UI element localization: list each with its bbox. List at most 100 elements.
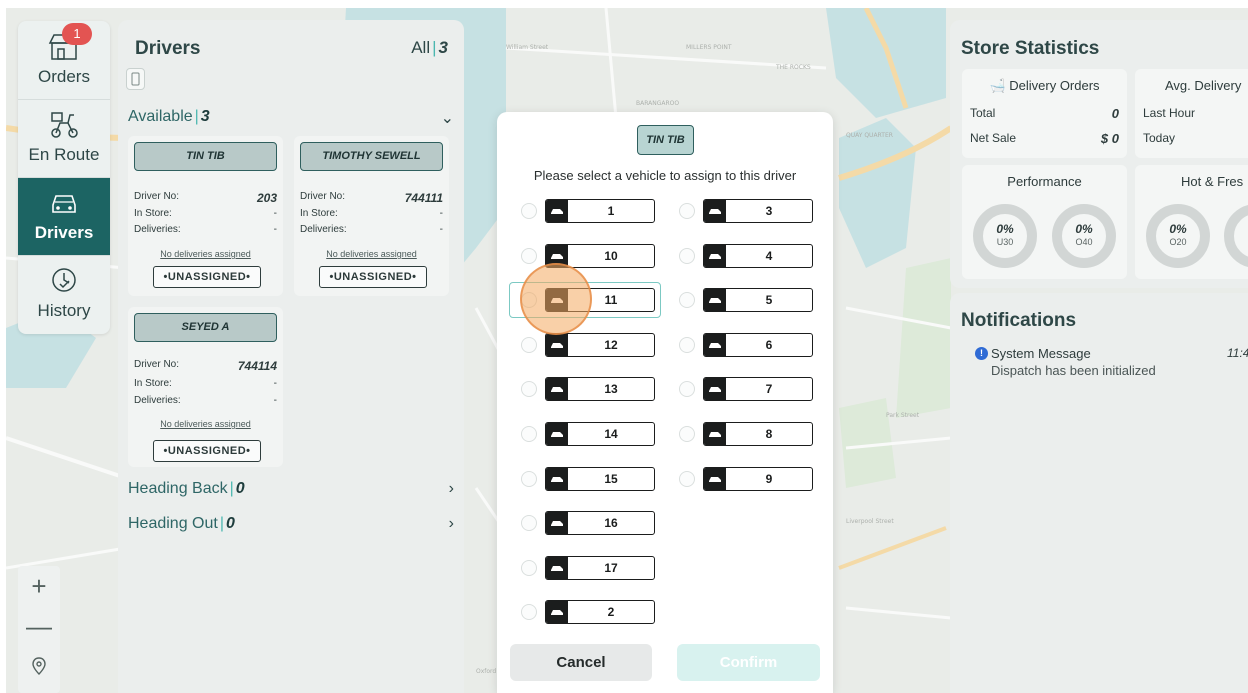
vehicle-option[interactable]: 4 xyxy=(679,243,819,269)
available-section-header[interactable]: Available | 3 xyxy=(128,108,210,126)
vehicle-radio[interactable] xyxy=(521,247,537,264)
all-label: All xyxy=(411,38,431,57)
no-deliveries-link[interactable]: No deliveries assigned xyxy=(294,249,449,259)
confirm-button[interactable]: Confirm xyxy=(677,644,820,681)
vehicle-number: 7 xyxy=(765,382,773,397)
vehicle-plate[interactable]: 1 xyxy=(545,199,655,223)
click-indicator xyxy=(520,263,592,335)
vehicle-option[interactable]: 16 xyxy=(521,510,661,536)
vehicle-number: 14 xyxy=(604,427,618,441)
vehicle-plate[interactable]: 3 xyxy=(703,199,813,223)
vehicle-radio[interactable] xyxy=(521,604,537,621)
last-hour-row: Last Hour xyxy=(1143,106,1196,120)
vehicle-radio[interactable] xyxy=(521,470,537,487)
cancel-button[interactable]: Cancel xyxy=(510,644,652,681)
vehicle-radio[interactable] xyxy=(521,515,537,532)
assign-vehicle-modal: TIN TIB Please select a vehicle to assig… xyxy=(497,112,833,693)
heading-back-section-header[interactable]: Heading Back | 0 xyxy=(128,480,245,498)
vehicle-radio[interactable] xyxy=(521,426,537,442)
vehicle-radio[interactable] xyxy=(521,336,537,353)
vehicle-plate[interactable]: 13 xyxy=(545,377,655,402)
filter-button[interactable] xyxy=(126,68,145,90)
car-icon xyxy=(52,195,76,213)
deliveries-row: Deliveries: - xyxy=(134,395,277,406)
nav-enroute[interactable]: En Route xyxy=(18,99,110,177)
no-deliveries-link[interactable]: No deliveries assigned xyxy=(128,249,283,259)
zoom-in-button[interactable]: + xyxy=(18,566,60,606)
nav-orders[interactable]: 1 Orders xyxy=(18,21,110,99)
store-statistics-panel: Store Statistics 🛁 Delivery Orders Total… xyxy=(950,20,1248,288)
vehicle-option[interactable]: 13 xyxy=(521,376,661,402)
vehicle-radio[interactable] xyxy=(679,203,695,219)
vehicle-option[interactable]: 2 xyxy=(521,599,661,625)
vehicle-option[interactable]: 9 xyxy=(679,466,819,492)
clock-history-icon xyxy=(52,268,76,292)
locate-button[interactable] xyxy=(18,646,60,686)
vehicle-option[interactable]: 6 xyxy=(679,332,819,358)
vehicle-plate[interactable]: 17 xyxy=(545,555,655,580)
zoom-out-button[interactable]: — xyxy=(18,606,60,646)
orders-badge: 1 xyxy=(62,23,92,45)
driver-card[interactable]: TIMOTHY SEWELL Driver No: 744111 In Store… xyxy=(294,136,449,296)
in-store-row: In Store: - xyxy=(300,208,443,219)
car-icon xyxy=(546,200,568,222)
car-icon xyxy=(704,467,726,490)
heading-out-section-header[interactable]: Heading Out | 0 xyxy=(128,515,235,533)
vehicle-option[interactable]: 3 xyxy=(679,198,819,224)
vehicle-radio[interactable] xyxy=(521,203,537,219)
drivers-panel: Drivers All | 3 Available | 3 ⌄ TIN TIB Driv… xyxy=(118,20,464,693)
vehicle-radio[interactable] xyxy=(679,381,695,398)
total-row: Total 0 xyxy=(970,106,1119,121)
hot-fresh-header: Hot & Fres xyxy=(1181,174,1244,189)
nav-orders-label: Orders xyxy=(38,67,90,86)
vehicle-number: 8 xyxy=(765,427,773,441)
vehicle-plate[interactable]: 5 xyxy=(703,288,813,313)
vehicle-radio[interactable] xyxy=(679,426,695,442)
notification-title: System Message xyxy=(991,346,1091,361)
available-count: 3 xyxy=(200,108,210,125)
modal-prompt: Please select a vehicle to assign to thi… xyxy=(533,168,797,183)
vehicle-option[interactable]: 5 xyxy=(679,287,819,313)
chevron-right-icon[interactable]: › xyxy=(449,480,454,498)
vehicle-radio[interactable] xyxy=(679,292,695,309)
vehicle-radio[interactable] xyxy=(679,247,695,264)
vehicle-option[interactable]: 1 xyxy=(521,198,661,224)
vehicle-plate[interactable]: 6 xyxy=(703,332,813,357)
vehicle-option[interactable]: 8 xyxy=(679,421,819,447)
vehicle-option[interactable]: 7 xyxy=(679,376,819,402)
gauge-partial xyxy=(1223,203,1248,269)
vehicle-radio[interactable] xyxy=(679,470,695,487)
gauge-o20: 0% O20 xyxy=(1145,203,1211,269)
vehicle-plate[interactable]: 7 xyxy=(703,377,813,402)
vehicle-plate[interactable]: 12 xyxy=(545,332,655,357)
drivers-all-filter[interactable]: All | 3 xyxy=(411,38,448,58)
vehicle-radio[interactable] xyxy=(679,336,695,353)
vehicle-option[interactable]: 14 xyxy=(521,421,661,447)
driver-card[interactable]: TIN TIB Driver No: 203 In Store: - Deliver… xyxy=(128,136,283,296)
chevron-down-icon[interactable]: ⌄ xyxy=(441,108,454,128)
heading-back-label: Heading Back xyxy=(128,480,228,497)
vehicle-plate[interactable]: 9 xyxy=(703,466,813,491)
vehicle-plate[interactable]: 16 xyxy=(545,511,655,536)
vehicle-plate[interactable]: 2 xyxy=(545,600,655,625)
vehicle-option[interactable]: 15 xyxy=(521,466,661,492)
vehicle-option[interactable]: 17 xyxy=(521,555,661,581)
chevron-right-icon[interactable]: › xyxy=(449,515,454,533)
net-sale-row: Net Sale $ 0 xyxy=(970,131,1119,146)
vehicle-plate[interactable]: 15 xyxy=(545,466,655,491)
driver-card[interactable]: SEYED A Driver No: 744114 In Store: - Deli… xyxy=(128,307,283,467)
vehicle-plate[interactable]: 8 xyxy=(703,422,813,446)
vehicle-plate[interactable]: 14 xyxy=(545,422,655,446)
vehicle-radio[interactable] xyxy=(521,559,537,576)
vehicle-option[interactable]: 12 xyxy=(521,332,661,358)
vehicle-plate[interactable]: 4 xyxy=(703,243,813,268)
car-icon xyxy=(546,423,568,445)
vehicle-radio[interactable] xyxy=(521,381,537,398)
notification-time: 11:47 xyxy=(1227,346,1248,360)
nav-history[interactable]: History xyxy=(18,255,110,333)
stats-title: Store Statistics xyxy=(961,38,1100,59)
nav-drivers[interactable]: Drivers xyxy=(18,177,110,255)
side-nav: 1 Orders En Route Drivers History xyxy=(18,21,110,334)
no-deliveries-link[interactable]: No deliveries assigned xyxy=(128,419,283,429)
performance-box: Performance 0% U30 0% O40 xyxy=(962,165,1127,279)
